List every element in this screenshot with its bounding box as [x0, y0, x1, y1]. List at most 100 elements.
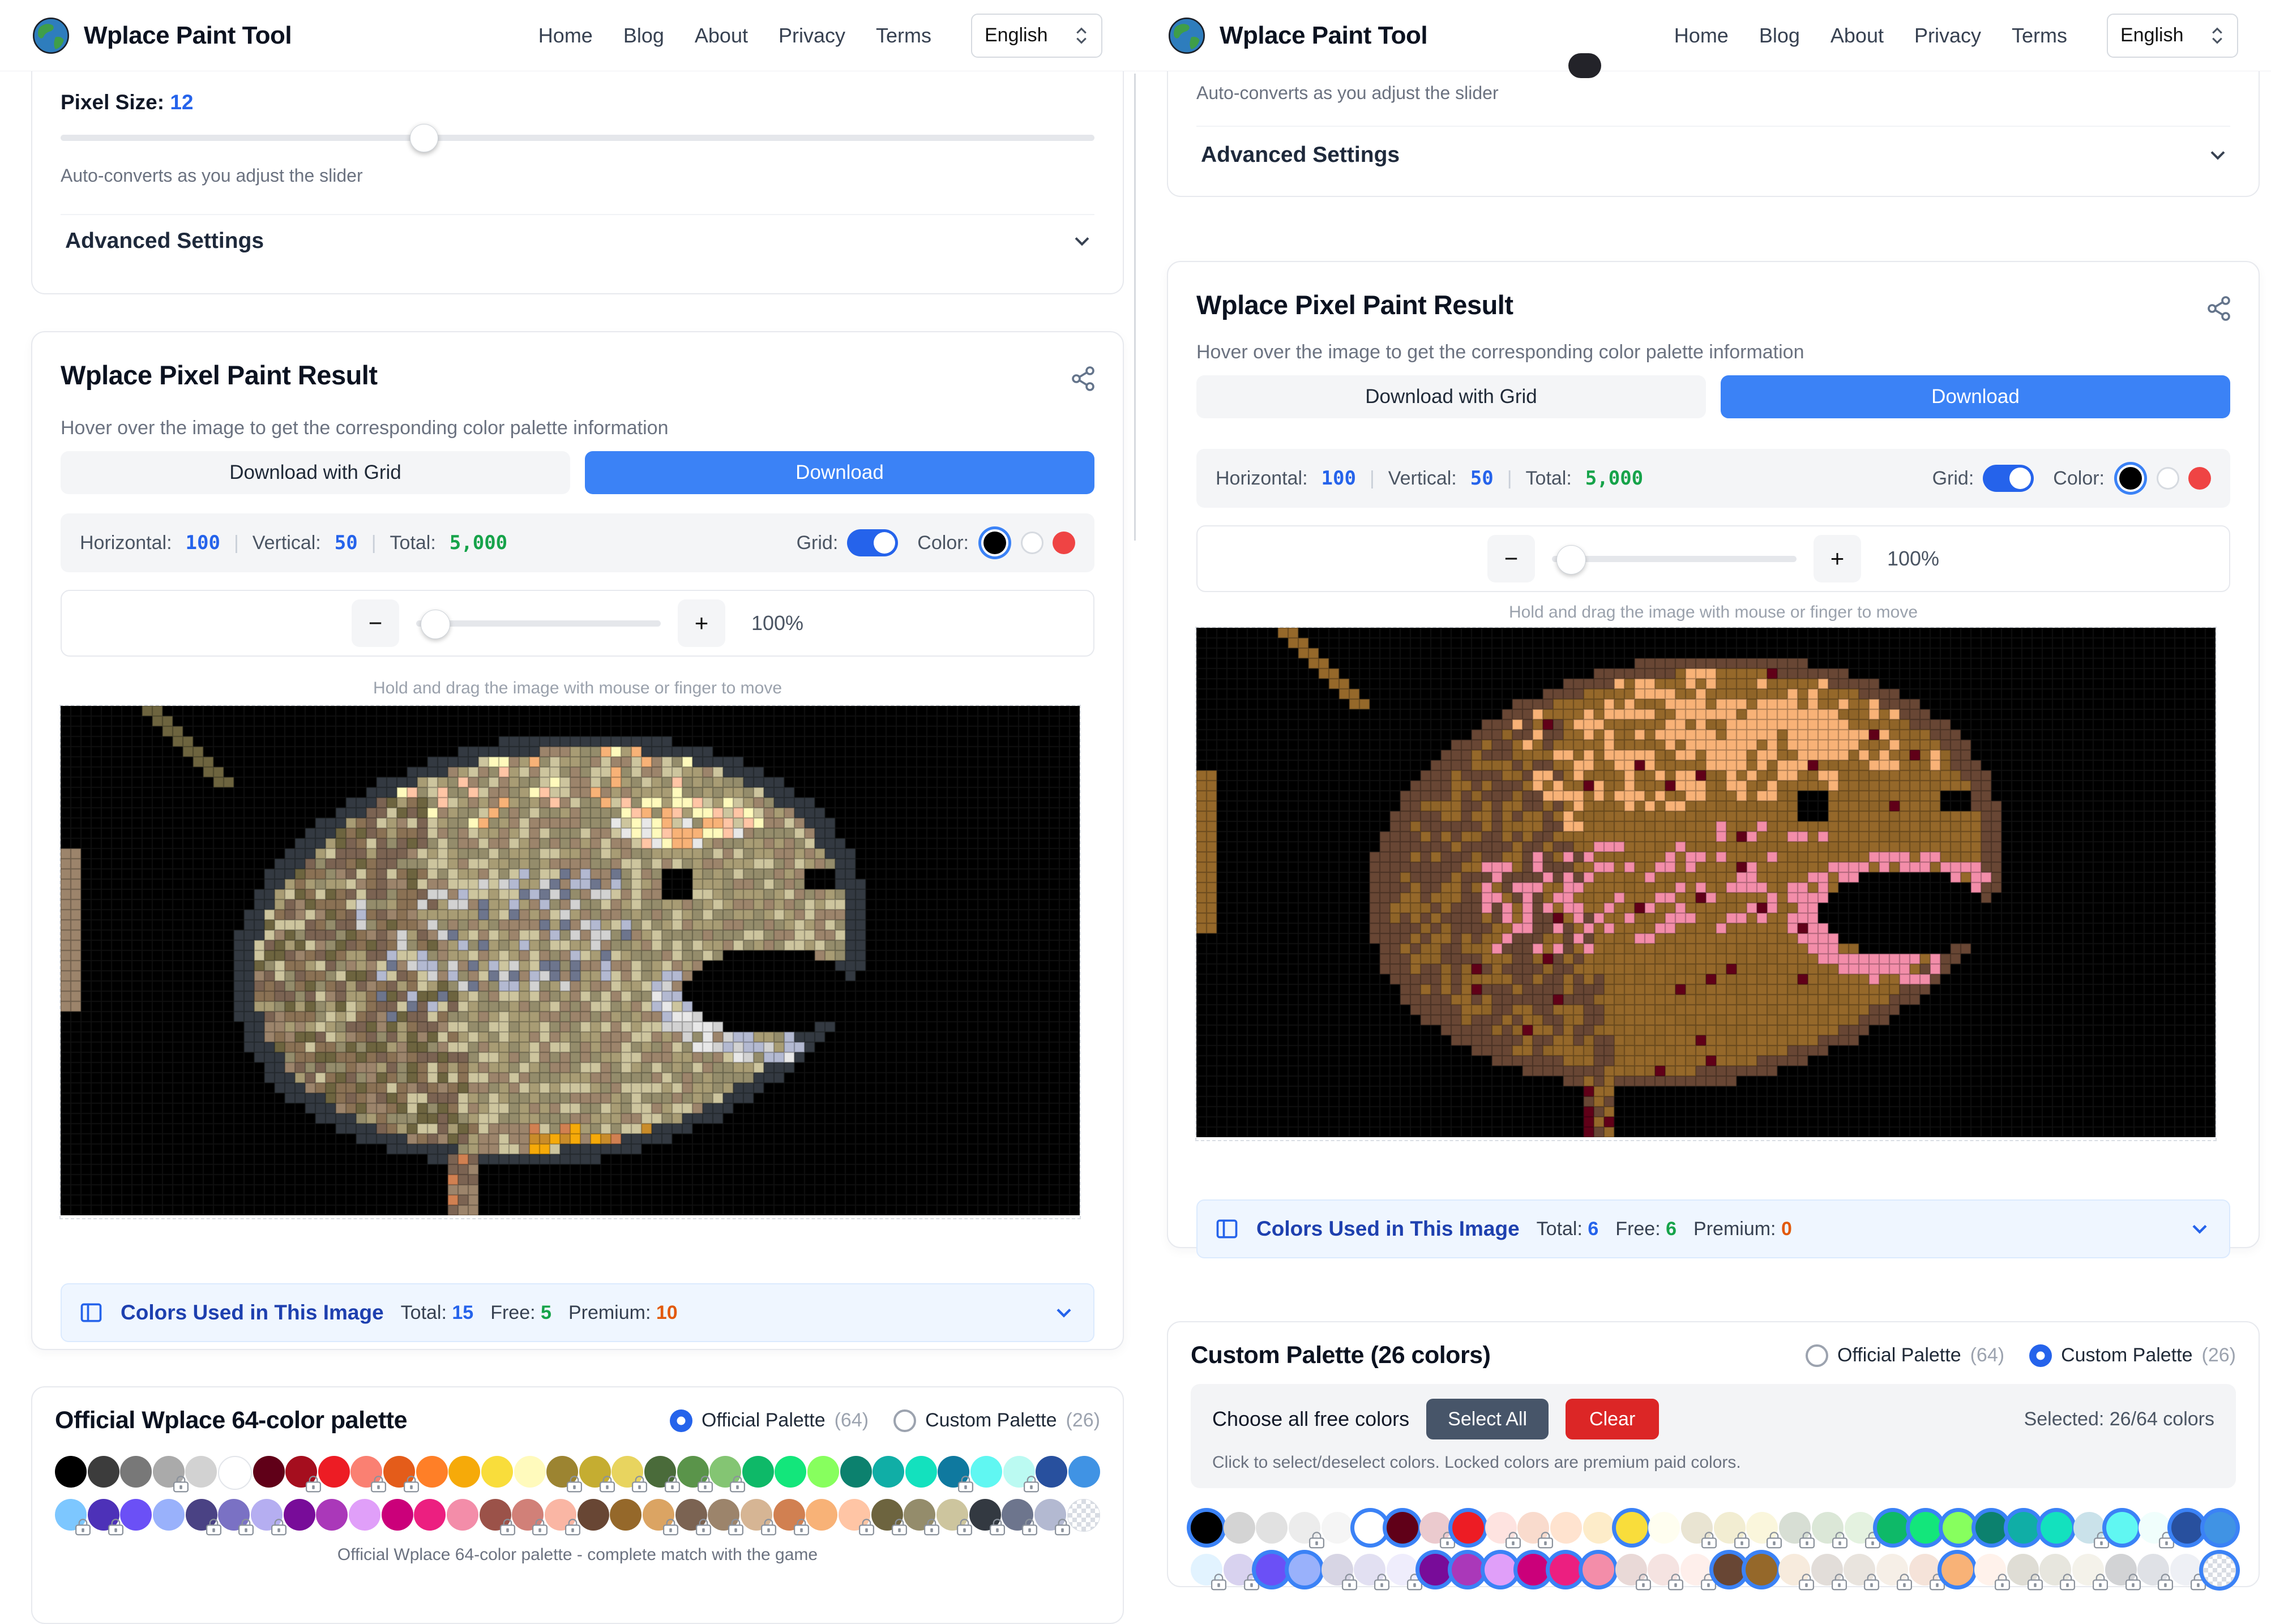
- color-swatch[interactable]: [1452, 1554, 1483, 1586]
- grid-color-red-option[interactable]: [1053, 532, 1075, 554]
- nav-home[interactable]: Home: [538, 24, 593, 48]
- pixel-size-slider-thumb[interactable]: [1568, 53, 1601, 78]
- custom-palette-radio[interactable]: Custom Palette (26): [2029, 1344, 2236, 1367]
- color-swatch[interactable]: [1550, 1554, 1581, 1586]
- globe-icon[interactable]: [1169, 18, 1205, 54]
- grid-color-white-option[interactable]: [2157, 467, 2179, 490]
- zoom-slider-thumb[interactable]: [1556, 545, 1586, 575]
- share-icon[interactable]: [1070, 365, 1097, 392]
- nav-home[interactable]: Home: [1674, 24, 1729, 48]
- color-swatch[interactable]: [1321, 1512, 1353, 1544]
- grid-color-red-option[interactable]: [2188, 467, 2211, 490]
- advanced-settings-toggle[interactable]: Advanced Settings: [65, 229, 1094, 254]
- color-swatch[interactable]: [1354, 1554, 1385, 1586]
- color-swatch[interactable]: [1812, 1512, 1844, 1544]
- grid-color-black-option[interactable]: [2119, 467, 2142, 490]
- download-with-grid-button[interactable]: Download with Grid: [61, 451, 570, 494]
- color-swatch[interactable]: [1616, 1512, 1648, 1544]
- select-all-button[interactable]: Select All: [1426, 1399, 1549, 1439]
- nav-privacy[interactable]: Privacy: [779, 24, 845, 48]
- clear-button[interactable]: Clear: [1566, 1399, 1659, 1439]
- color-swatch[interactable]: [1289, 1554, 1320, 1586]
- grid-toggle[interactable]: [847, 529, 898, 556]
- color-swatch[interactable]: [1419, 1512, 1451, 1544]
- color-swatch[interactable]: [1811, 1554, 1843, 1586]
- color-swatch[interactable]: [1779, 1512, 1811, 1544]
- color-swatch[interactable]: [1517, 1512, 1549, 1544]
- color-swatch[interactable]: [1485, 1512, 1517, 1544]
- app-title[interactable]: Wplace Paint Tool: [84, 22, 292, 50]
- nav-about[interactable]: About: [695, 24, 748, 48]
- grid-color-white-option[interactable]: [1021, 532, 1043, 554]
- share-icon[interactable]: [2205, 295, 2232, 322]
- color-swatch[interactable]: [2072, 1554, 2104, 1586]
- language-select[interactable]: English: [2107, 14, 2238, 58]
- pixel-art-canvas[interactable]: [61, 706, 1080, 1215]
- advanced-settings-toggle[interactable]: Advanced Settings: [1201, 143, 2230, 168]
- color-swatch[interactable]: [2039, 1554, 2071, 1586]
- official-palette-radio[interactable]: Official Palette (64): [670, 1409, 869, 1432]
- color-swatch[interactable]: [1680, 1554, 1712, 1586]
- color-swatch[interactable]: [2105, 1554, 2137, 1586]
- color-swatch[interactable]: [1354, 1512, 1386, 1544]
- color-swatch[interactable]: [1713, 1554, 1745, 1586]
- pixel-size-slider-thumb[interactable]: [410, 124, 438, 152]
- color-swatch[interactable]: [1844, 1554, 1875, 1586]
- nav-about[interactable]: About: [1831, 24, 1884, 48]
- nav-terms[interactable]: Terms: [876, 24, 931, 48]
- color-swatch[interactable]: [2137, 1554, 2169, 1586]
- color-swatch[interactable]: [1583, 1554, 1614, 1586]
- color-swatch[interactable]: [1452, 1512, 1484, 1544]
- color-swatch[interactable]: [1517, 1554, 1549, 1586]
- color-swatch[interactable]: [2204, 1512, 2236, 1544]
- color-swatch[interactable]: [2007, 1554, 2039, 1586]
- color-swatch[interactable]: [1583, 1512, 1615, 1544]
- color-swatch[interactable]: [2073, 1512, 2105, 1544]
- choose-free-colors-label[interactable]: Choose all free colors: [1212, 1407, 1409, 1431]
- app-title[interactable]: Wplace Paint Tool: [1220, 22, 1427, 50]
- nav-blog[interactable]: Blog: [1759, 24, 1800, 48]
- colors-used-bar[interactable]: Colors Used in This Image Total: 6 Free:…: [1196, 1199, 2230, 1258]
- color-swatch[interactable]: [1289, 1512, 1320, 1544]
- custom-palette-radio[interactable]: Custom Palette (26): [893, 1409, 1100, 1432]
- color-swatch[interactable]: [1714, 1512, 1746, 1544]
- color-swatch[interactable]: [1746, 1554, 1777, 1586]
- nav-terms[interactable]: Terms: [2012, 24, 2067, 48]
- grid-color-black-option[interactable]: [983, 532, 1006, 554]
- color-swatch[interactable]: [1191, 1554, 1222, 1586]
- color-swatch[interactable]: [1648, 1554, 1679, 1586]
- pixel-art-canvas[interactable]: [1196, 628, 2216, 1137]
- color-swatch[interactable]: [1224, 1554, 1255, 1586]
- colors-used-bar[interactable]: Colors Used in This Image Total: 15 Free…: [61, 1283, 1094, 1342]
- color-swatch[interactable]: [2139, 1512, 2170, 1544]
- color-swatch[interactable]: [2170, 1554, 2202, 1586]
- zoom-out-button[interactable]: −: [1487, 535, 1535, 582]
- color-swatch[interactable]: [1387, 1512, 1418, 1544]
- color-swatch[interactable]: [1191, 1512, 1222, 1544]
- zoom-slider-thumb[interactable]: [421, 610, 450, 639]
- color-swatch[interactable]: [1974, 1554, 2006, 1586]
- color-swatch[interactable]: [1975, 1512, 2007, 1544]
- color-swatch[interactable]: [1778, 1554, 1810, 1586]
- color-swatch[interactable]: [1321, 1554, 1353, 1586]
- pixel-size-slider[interactable]: [61, 135, 1094, 141]
- color-swatch[interactable]: [1550, 1512, 1582, 1544]
- grid-toggle[interactable]: [1983, 465, 2034, 492]
- color-swatch[interactable]: [1909, 1554, 1941, 1586]
- download-button[interactable]: Download: [585, 451, 1094, 494]
- zoom-slider[interactable]: [416, 620, 661, 627]
- color-swatch[interactable]: [1845, 1512, 1876, 1544]
- color-swatch[interactable]: [1224, 1512, 1255, 1544]
- color-swatch[interactable]: [1387, 1554, 1418, 1586]
- language-select[interactable]: English: [971, 14, 1102, 58]
- color-swatch[interactable]: [1256, 1512, 1288, 1544]
- color-swatch[interactable]: [1910, 1512, 1941, 1544]
- color-swatch[interactable]: [1877, 1512, 1909, 1544]
- nav-privacy[interactable]: Privacy: [1914, 24, 1981, 48]
- color-swatch[interactable]: [1419, 1554, 1451, 1586]
- color-swatch[interactable]: [2041, 1512, 2072, 1544]
- color-swatch[interactable]: [1746, 1512, 1778, 1544]
- zoom-out-button[interactable]: −: [352, 599, 399, 647]
- zoom-in-button[interactable]: +: [678, 599, 725, 647]
- color-swatch[interactable]: [1256, 1554, 1288, 1586]
